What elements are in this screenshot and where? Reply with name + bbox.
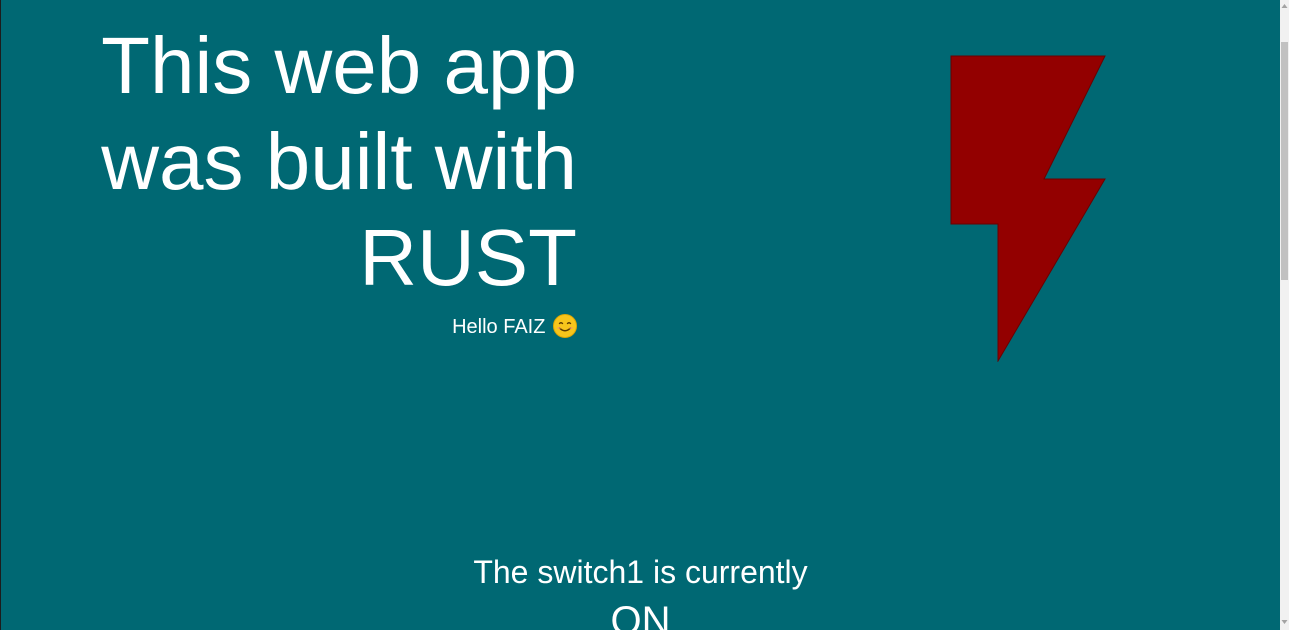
smiling-face-icon — [553, 314, 577, 338]
scroll-down-arrow-icon[interactable] — [1281, 617, 1288, 627]
vertical-scrollbar[interactable] — [1280, 0, 1289, 630]
hero-title: This web app was built with RUST — [81, 18, 577, 306]
greeting-label: Hello FAIZ — [452, 316, 546, 338]
switch-status-label: The switch1 is currently — [473, 554, 808, 590]
scrollbar-thumb[interactable] — [1281, 42, 1288, 280]
switch-status-value: ON — [610, 599, 671, 630]
page-viewport: This web app was built with RUST Hello F… — [1, 0, 1280, 630]
hero-title-line-2: was built with — [101, 117, 577, 206]
scroll-up-arrow-icon[interactable] — [1281, 1, 1288, 11]
hero-title-line-3: RUST — [359, 213, 577, 302]
lightning-bolt-icon — [950, 55, 1106, 362]
hero-title-line-1: This web app — [101, 21, 577, 110]
greeting-text: Hello FAIZ — [301, 314, 577, 340]
